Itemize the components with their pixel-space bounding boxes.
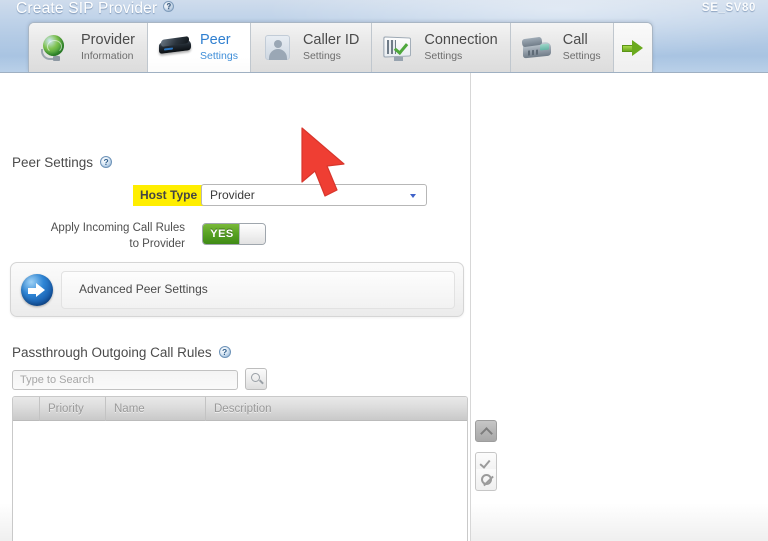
tab-strip: Provider Information Peer Settings Calle… [28, 22, 653, 72]
tab-label-sub: Settings [424, 49, 463, 62]
page-title-text: Create SIP Provider [16, 0, 158, 17]
left-bottom-fade [0, 503, 12, 541]
tab-provider-information[interactable]: Provider Information [29, 23, 148, 72]
advanced-peer-settings-label: Advanced Peer Settings [79, 282, 208, 296]
arrow-cursor [296, 126, 356, 204]
help-icon[interactable] [100, 156, 113, 169]
tab-label-sub: Settings [562, 49, 601, 62]
search-button[interactable] [245, 368, 267, 390]
search-input[interactable]: Type to Search [12, 370, 238, 390]
table-header-name[interactable]: Name [106, 397, 206, 421]
host-type-label: Host Type [133, 185, 205, 206]
person-icon [261, 33, 295, 63]
tab-label-main: Peer [200, 32, 231, 49]
call-rules-table: Priority Name Description [12, 396, 468, 541]
tab-label-sub: Settings [302, 49, 341, 62]
move-up-button[interactable] [475, 420, 497, 442]
host-type-value: Provider [210, 188, 255, 202]
table-body [13, 421, 467, 541]
search-icon [251, 373, 260, 382]
toggle-on-label: YES [203, 224, 241, 244]
table-header-description[interactable]: Description [206, 397, 467, 421]
toggle-knob[interactable] [239, 224, 265, 244]
vertical-divider [470, 73, 471, 541]
tab-label-main: Call [562, 32, 588, 49]
advanced-peer-settings-bar[interactable]: Advanced Peer Settings [10, 262, 464, 317]
globe-icon [39, 33, 73, 63]
content-area: Peer Settings Host Type Provider Apply I… [0, 72, 768, 541]
next-tab-button[interactable] [613, 23, 652, 72]
page-title: Create SIP Provider [16, 0, 175, 18]
screen-check-icon [382, 33, 416, 63]
desk-phone-icon [521, 33, 555, 63]
apply-incoming-rules-toggle[interactable]: YES [202, 223, 266, 245]
router-icon [158, 33, 192, 63]
tab-call-settings[interactable]: Call Settings [510, 23, 614, 72]
table-header-row: Priority Name Description [13, 397, 467, 421]
passthrough-heading: Passthrough Outgoing Call Rules [12, 345, 231, 360]
tab-caller-id-settings[interactable]: Caller ID Settings [250, 23, 373, 72]
tab-label-main: Caller ID [302, 32, 360, 49]
tab-connection-settings[interactable]: Connection Settings [372, 23, 511, 72]
chevron-up-icon [479, 427, 493, 440]
search-placeholder: Type to Search [20, 374, 94, 386]
table-header-select[interactable] [13, 397, 40, 421]
no-entry-icon [481, 474, 492, 485]
peer-settings-heading-text: Peer Settings [12, 155, 94, 170]
help-icon[interactable] [218, 346, 231, 359]
table-header-priority[interactable]: Priority [40, 397, 106, 421]
peer-settings-heading: Peer Settings [12, 155, 113, 170]
app-window: Create SIP Provider SE_SV80 Provider Inf… [0, 0, 768, 541]
chevron-down-icon [410, 194, 416, 198]
green-right-arrow-icon [621, 39, 644, 56]
apply-incoming-rules-label: Apply Incoming Call Rules to Provider [50, 222, 185, 250]
passthrough-heading-text: Passthrough Outgoing Call Rules [12, 345, 212, 360]
right-bottom-fade [471, 503, 768, 541]
title-bar: Create SIP Provider SE_SV80 Provider Inf… [0, 0, 768, 72]
tab-label-sub: Information [81, 49, 134, 62]
tab-peer-settings[interactable]: Peer Settings [148, 23, 251, 72]
help-icon[interactable] [163, 1, 175, 13]
tab-label-main: Provider [81, 32, 135, 49]
blue-arrow-circle-icon [21, 274, 53, 306]
tab-label-sub: Settings [200, 49, 238, 62]
device-label: SE_SV80 [701, 2, 756, 14]
check-icon [479, 457, 491, 469]
cancel-button[interactable] [475, 469, 497, 491]
tab-label-main: Connection [424, 32, 498, 49]
